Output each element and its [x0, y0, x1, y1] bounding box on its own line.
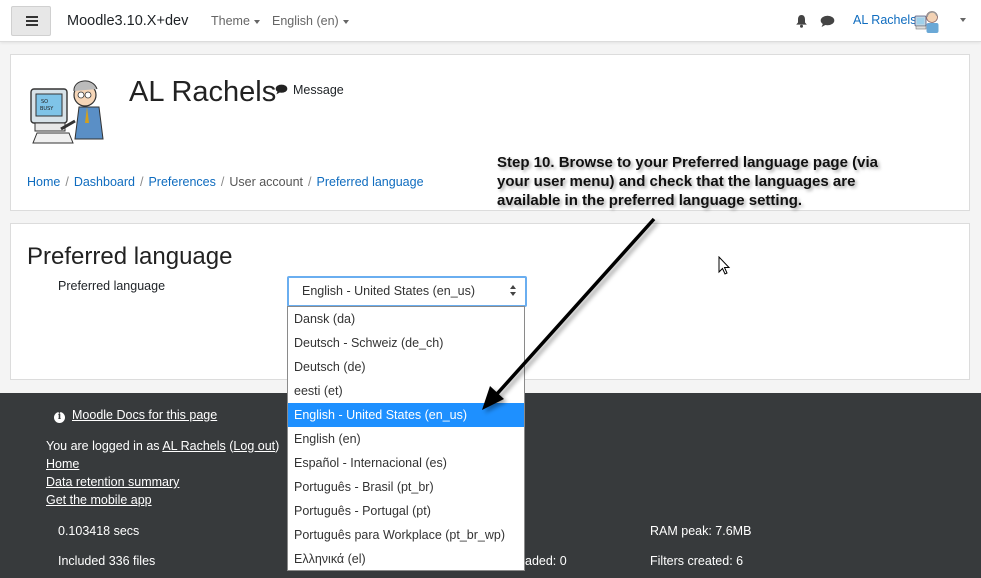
breadcrumb-preferences[interactable]: Preferences	[148, 175, 215, 189]
logged-in-user-link[interactable]: AL Rachels	[162, 439, 225, 453]
perf-ram: RAM peak: 7.6MB	[650, 524, 752, 538]
bell-icon[interactable]	[795, 14, 808, 28]
mobile-app-link[interactable]: Get the mobile app	[46, 493, 152, 507]
selected-language-value: English - United States (en_us)	[302, 284, 476, 298]
breadcrumb-dashboard[interactable]: Dashboard	[74, 175, 135, 189]
perf-time: 0.103418 secs	[58, 524, 140, 538]
caret-down-icon	[342, 19, 349, 24]
select-arrows-icon	[510, 285, 516, 297]
site-name[interactable]: Moodle3.10.X+dev	[67, 13, 188, 29]
theme-menu-label: Theme	[211, 14, 250, 28]
language-option[interactable]: Deutsch - Schweiz (de_ch)	[288, 331, 524, 355]
menu-toggle-button[interactable]	[11, 6, 51, 36]
language-dropdown-list[interactable]: Dansk (da) Deutsch - Schweiz (de_ch) Deu…	[287, 306, 525, 571]
top-navbar: Moodle3.10.X+dev Theme English (en) AL R…	[0, 0, 981, 42]
moodle-docs-link[interactable]: Moodle Docs for this page	[72, 408, 217, 422]
breadcrumb: Home / Dashboard / Preferences / User account /…	[27, 175, 424, 189]
language-menu-label: English (en)	[272, 14, 339, 28]
perf-filters: Filters created: 6	[650, 554, 744, 568]
tutorial-annotation: Step 10. Browse to your Preferred langua…	[497, 153, 927, 210]
chat-icon[interactable]	[820, 15, 835, 28]
message-label: Message	[293, 83, 344, 97]
breadcrumb-user-account: User account	[229, 175, 304, 189]
docs-link-row[interactable]: i Moodle Docs for this page	[54, 408, 217, 423]
mouse-cursor-icon	[718, 256, 731, 275]
language-option[interactable]: Português para Workplace (pt_br_wp)	[288, 523, 524, 547]
breadcrumb-home[interactable]: Home	[27, 175, 60, 189]
preferred-language-label: Preferred language	[58, 279, 166, 293]
logged-in-prefix: You are logged in as	[46, 439, 163, 453]
language-option[interactable]: Português - Brasil (pt_br)	[288, 475, 524, 499]
svg-text:SO: SO	[41, 99, 48, 105]
footer-home-link[interactable]: Home	[46, 457, 79, 471]
caret-down-icon	[253, 19, 260, 24]
message-icon	[275, 84, 288, 95]
login-info: You are logged in as AL Rachels (Log out…	[46, 439, 280, 453]
user-menu-caret-icon[interactable]	[960, 18, 966, 22]
language-option[interactable]: Deutsch (de)	[288, 355, 524, 379]
info-icon: i	[54, 412, 65, 423]
svg-text:BUSY: BUSY	[40, 106, 54, 112]
profile-avatar-icon: SO BUSY	[30, 80, 104, 144]
user-menu-name[interactable]: AL Rachels	[853, 13, 916, 27]
theme-menu[interactable]: Theme	[211, 14, 260, 28]
language-menu[interactable]: English (en)	[272, 14, 349, 28]
language-option[interactable]: Português - Portugal (pt)	[288, 499, 524, 523]
language-option[interactable]: Ελληνικά (el)	[288, 547, 524, 571]
breadcrumb-preferred-language[interactable]: Preferred language	[317, 175, 424, 189]
user-avatar-icon[interactable]	[913, 7, 941, 35]
language-option[interactable]: eesti (et)	[288, 379, 524, 403]
perf-files: Included 336 files	[58, 554, 156, 568]
message-button[interactable]: Message	[275, 83, 344, 97]
perf-loaded: aded: 0	[525, 554, 567, 568]
language-option-selected[interactable]: English - United States (en_us)	[288, 403, 524, 427]
page-title: Preferred language	[27, 243, 233, 270]
language-option[interactable]: Dansk (da)	[288, 307, 524, 331]
preferred-language-select[interactable]: English - United States (en_us)	[287, 276, 527, 307]
annotation-line: your user menu) and check that the langu…	[497, 173, 856, 190]
profile-name: AL Rachels	[129, 76, 277, 108]
logout-link[interactable]: Log out	[233, 439, 275, 453]
annotation-line: available in the preferred language sett…	[497, 192, 803, 209]
data-retention-link[interactable]: Data retention summary	[46, 475, 179, 489]
language-option[interactable]: Español - Internacional (es)	[288, 451, 524, 475]
language-option[interactable]: English (en)	[288, 427, 524, 451]
annotation-line: Step 10. Browse to your Preferred langua…	[497, 154, 878, 171]
